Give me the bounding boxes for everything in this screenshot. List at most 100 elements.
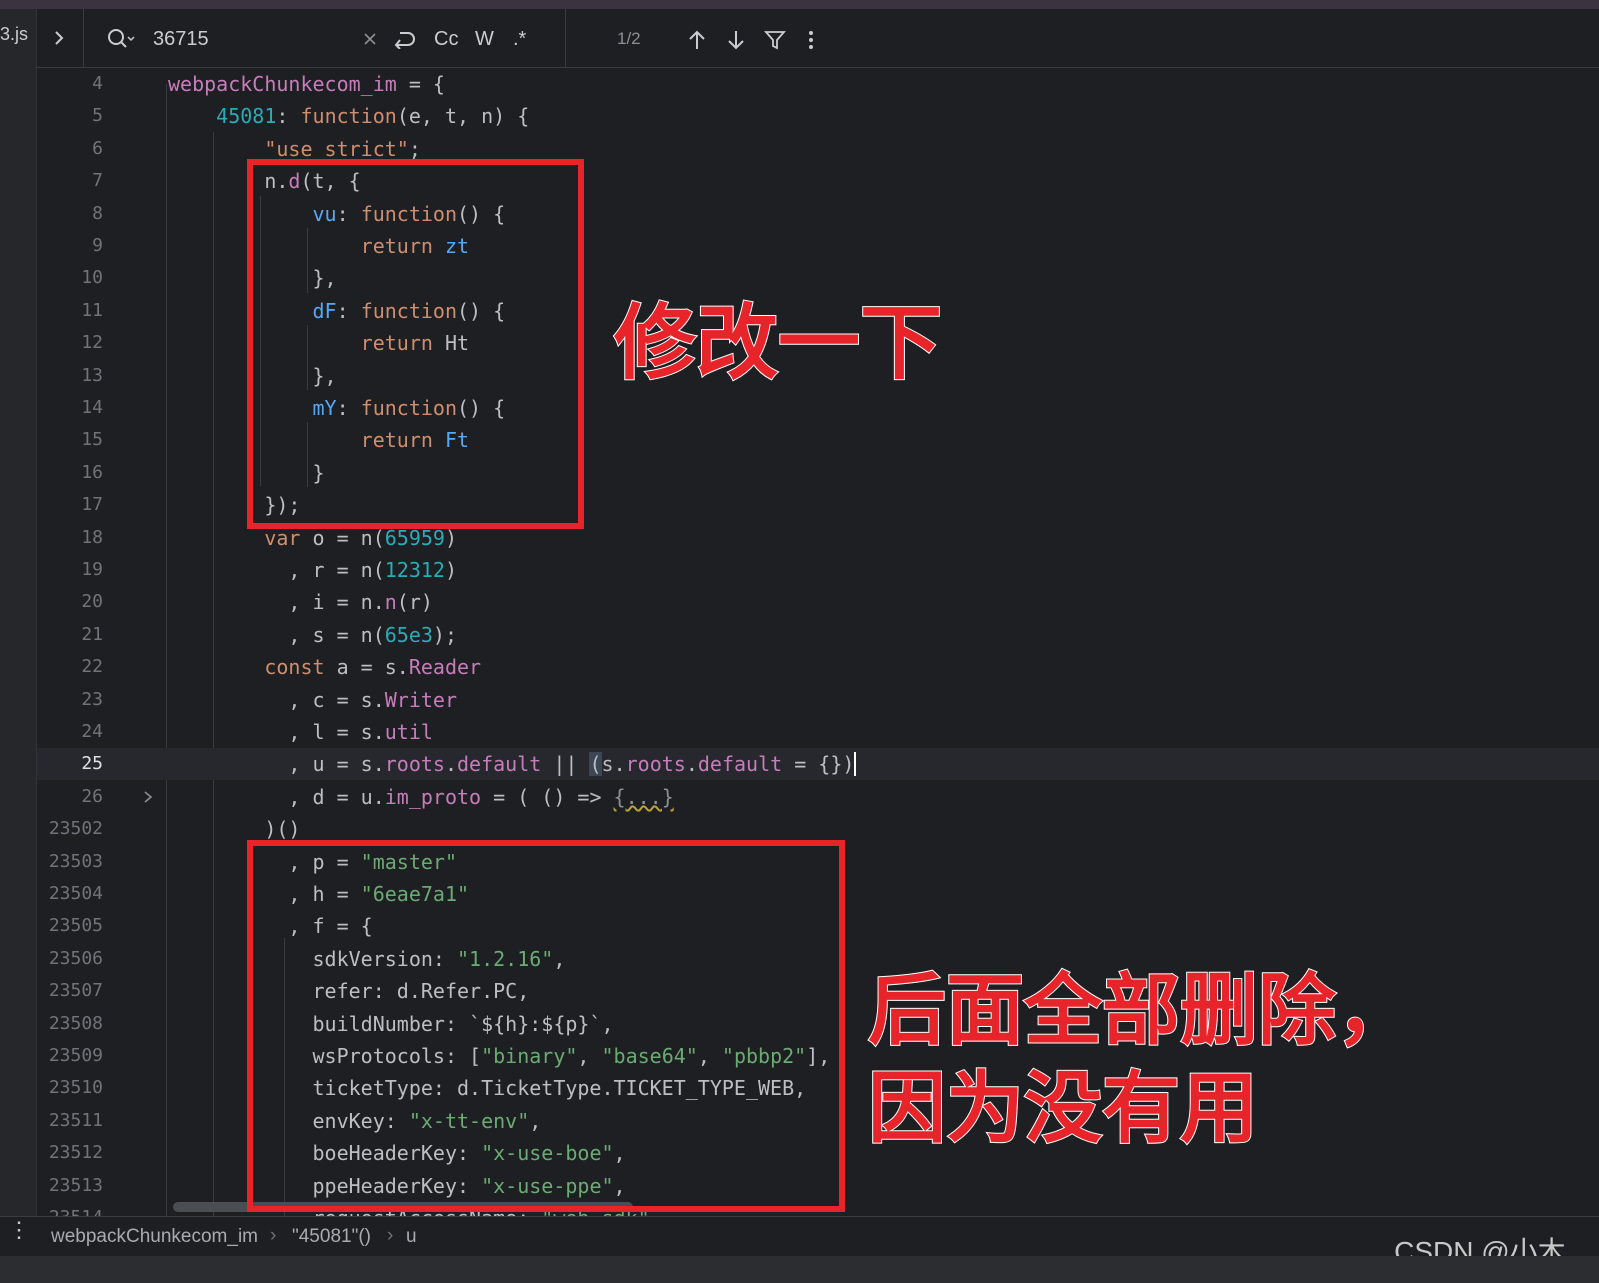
- line-number: 6: [92, 137, 103, 159]
- regex-toggle[interactable]: .*: [513, 27, 526, 51]
- code-token: n: [384, 590, 397, 615]
- code-token: s.: [601, 752, 626, 777]
- code-token: )(): [168, 817, 301, 842]
- more-options-icon[interactable]: [807, 29, 815, 51]
- vertical-dots-icon[interactable]: ⋮: [8, 1217, 30, 1243]
- code-line[interactable]: 19 , r = n(12312): [37, 554, 1599, 586]
- search-history-icon[interactable]: [107, 28, 135, 50]
- line-number: 22: [81, 656, 103, 678]
- match-case-toggle[interactable]: Cc: [434, 27, 458, 51]
- line-number: 23504: [48, 883, 103, 904]
- line-number: 5: [92, 105, 103, 127]
- code-line[interactable]: 4 webpackChunkecom_im = {: [37, 68, 1599, 100]
- line-number: 13: [81, 364, 103, 386]
- code-token: .: [685, 752, 698, 777]
- code-token: webpackChunkecom_im: [168, 72, 397, 96]
- code-token: ||: [541, 752, 590, 777]
- line-number: 17: [81, 494, 103, 516]
- code-token: function: [300, 104, 397, 129]
- code-token: , s = n(: [168, 622, 385, 647]
- code-line[interactable]: 23 , c = s.Writer: [37, 684, 1599, 716]
- file-tab-fragment[interactable]: 3.js: [0, 24, 28, 45]
- line-number: 23514: [37, 1202, 103, 1216]
- next-match-icon[interactable]: [727, 29, 745, 51]
- highlight-box-modify: [247, 159, 584, 529]
- code-line[interactable]: 21 , s = n(65e3);: [37, 619, 1599, 651]
- code-text: const a = s.Reader: [168, 651, 481, 683]
- code-token: 12312: [384, 558, 445, 582]
- code-text: , r = n(12312): [168, 554, 457, 586]
- code-line[interactable]: 26 , d = u.im_proto = ( () => {...}: [37, 781, 1599, 813]
- code-text: , s = n(65e3);: [168, 619, 457, 651]
- code-line[interactable]: 5 45081: function(e, t, n) {: [37, 100, 1599, 132]
- code-token: :: [276, 104, 301, 129]
- line-number: 16: [81, 461, 103, 483]
- line-number: 23503: [48, 850, 103, 872]
- window-bottom-strip: [0, 1256, 1599, 1283]
- line-number: 23512: [48, 1142, 103, 1164]
- line-number: 23: [81, 688, 103, 710]
- match-count: 1/2: [617, 29, 641, 48]
- code-token: const: [264, 655, 325, 680]
- code-line[interactable]: 20 , i = n.n(r): [37, 586, 1599, 618]
- breadcrumb-item-object[interactable]: webpackChunkecom_im: [51, 1226, 258, 1248]
- line-number: 23507: [48, 980, 103, 1002]
- code-text: , i = n.n(r): [168, 586, 433, 618]
- code-token: , c = s.: [168, 687, 385, 712]
- search-input[interactable]: 36715: [153, 27, 209, 51]
- left-tool-strip: [0, 9, 37, 1235]
- line-number: 23506: [48, 947, 103, 969]
- line-number: 8: [92, 202, 103, 224]
- fold-chevron-icon[interactable]: [143, 790, 153, 804]
- code-token: ): [842, 752, 857, 777]
- line-number: 23508: [48, 1012, 103, 1034]
- line-number: 24: [81, 721, 103, 742]
- filter-icon[interactable]: [764, 30, 786, 50]
- line-number: 11: [81, 299, 103, 321]
- code-token: 45081: [216, 104, 277, 129]
- code-token: im_proto: [384, 784, 482, 809]
- breadcrumb-separator-icon: ›: [270, 1225, 277, 1246]
- code-token: default: [457, 752, 542, 777]
- code-line[interactable]: 24 , l = s.util: [37, 716, 1599, 748]
- code-token: Writer: [384, 687, 457, 712]
- code-token: a = s.: [324, 655, 409, 680]
- line-number: 14: [81, 397, 103, 418]
- code-token: 65e3: [384, 622, 433, 647]
- breadcrumb-item-function[interactable]: "45081"(): [292, 1226, 371, 1248]
- line-number: 20: [81, 591, 103, 613]
- code-text: , d = u.im_proto = ( () => {...}: [168, 781, 673, 813]
- code-text: , c = s.Writer: [168, 684, 457, 716]
- code-line[interactable]: 25 , u = s.roots.default || (s.roots.def…: [37, 748, 1599, 781]
- previous-match-icon[interactable]: [688, 29, 706, 51]
- code-token: ): [444, 525, 458, 550]
- code-line[interactable]: 22 const a = s.Reader: [37, 651, 1599, 683]
- code-text: , l = s.util: [168, 716, 433, 748]
- line-number: 7: [92, 170, 103, 192]
- code-token: "use strict": [264, 136, 409, 161]
- find-bar-divider: [83, 9, 84, 67]
- code-token: ): [444, 558, 458, 582]
- find-bar: 36715 Cc W .* 1/2: [37, 9, 1599, 68]
- line-number: 23510: [48, 1077, 103, 1099]
- expand-chevron-icon[interactable]: [53, 29, 65, 47]
- annotation-delete-line1: 后面全部删除，: [867, 965, 1415, 1057]
- breadcrumb-separator-icon: ›: [387, 1225, 394, 1246]
- breadcrumb-item-variable[interactable]: u: [406, 1226, 417, 1248]
- line-number: 9: [92, 235, 103, 256]
- clear-icon[interactable]: [363, 32, 377, 46]
- new-line-icon[interactable]: [392, 29, 416, 49]
- code-token: var: [264, 525, 301, 550]
- line-number: 21: [81, 623, 103, 645]
- line-number: 23505: [48, 915, 103, 937]
- whole-word-toggle[interactable]: W: [475, 27, 494, 51]
- line-number: 23509: [48, 1045, 103, 1066]
- code-token: (r): [396, 590, 433, 615]
- code-token: util: [384, 720, 433, 744]
- code-token: = {}: [782, 752, 843, 777]
- code-token: Reader: [408, 655, 482, 680]
- code-token: (e, t, n) {: [396, 104, 530, 129]
